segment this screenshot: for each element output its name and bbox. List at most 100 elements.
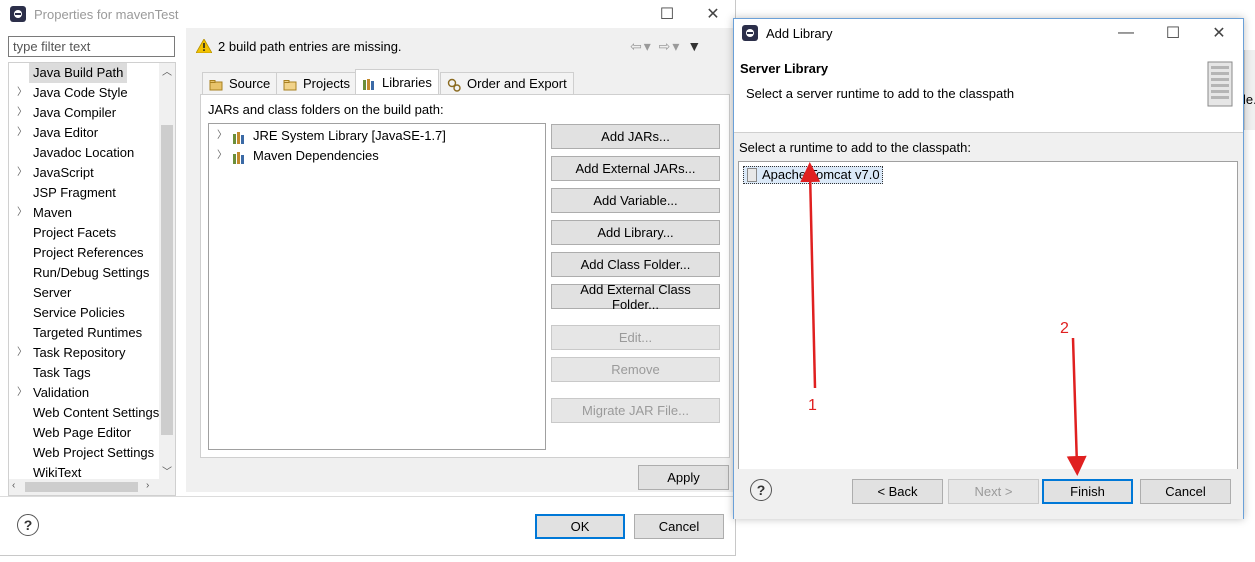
chevron-right-icon[interactable]: 〉: [17, 163, 27, 183]
view-menu-icon[interactable]: ▼: [687, 38, 703, 54]
dialog-help-icon[interactable]: ?: [750, 479, 772, 501]
library-icon: [233, 130, 247, 144]
dialog-title: Add Library: [766, 25, 833, 41]
tree-horizontal-scrollbar[interactable]: ‹ ›: [9, 479, 175, 495]
edit-button[interactable]: Edit...: [551, 325, 720, 350]
runtime-item-apache-tomcat[interactable]: Apache Tomcat v7.0: [743, 166, 883, 184]
dialog-subtitle: Select a server runtime to add to the cl…: [746, 86, 1015, 101]
library-label: JRE System Library [JavaSE-1.7]: [253, 128, 446, 143]
chevron-right-icon[interactable]: 〉: [17, 203, 27, 223]
tree-item-javascript[interactable]: 〉 JavaScript: [9, 163, 159, 183]
back-button[interactable]: < Back: [852, 479, 943, 504]
maximize-icon[interactable]: ☐: [644, 0, 690, 28]
close-icon[interactable]: ✕: [690, 0, 736, 28]
properties-cancel-button[interactable]: Cancel: [634, 514, 724, 539]
eclipse-app-icon: [742, 25, 758, 41]
apply-button[interactable]: Apply: [638, 465, 729, 490]
add-class-folder-button[interactable]: Add Class Folder...: [551, 252, 720, 277]
tree-item-java-code-style[interactable]: 〉 Java Code Style: [9, 83, 159, 103]
close-icon[interactable]: ✕: [1196, 19, 1242, 47]
tab-libraries[interactable]: Libraries: [355, 69, 439, 95]
tab-label: Order and Export: [467, 75, 567, 91]
chevron-right-icon[interactable]: 〉: [17, 123, 27, 143]
tab-order-and-export[interactable]: Order and Export: [440, 72, 574, 94]
tree-item-service-policies[interactable]: Service Policies: [9, 303, 159, 323]
jars-label: JARs and class folders on the build path…: [208, 102, 444, 117]
tab-source[interactable]: Source: [202, 72, 278, 94]
tree-item-java-build-path[interactable]: Java Build Path: [9, 63, 159, 83]
jar-icon: [747, 168, 757, 182]
chevron-right-icon[interactable]: 〉: [17, 343, 27, 363]
dialog-titlebar[interactable]: Add Library — ☐ ✕: [734, 19, 1243, 47]
chevron-right-icon[interactable]: 〉: [217, 126, 227, 146]
runtime-item-label: Apache Tomcat v7.0: [762, 167, 880, 182]
annotation-number-1: 1: [808, 397, 817, 414]
dialog-footer: ? < Back Next > Finish Cancel: [734, 469, 1243, 519]
chevron-right-icon[interactable]: 〉: [17, 83, 27, 103]
forward-arrow-icon[interactable]: ⇨▾: [659, 38, 682, 54]
tree-item-project-references[interactable]: Project References: [9, 243, 159, 263]
dialog-cancel-button[interactable]: Cancel: [1140, 479, 1231, 504]
properties-titlebar[interactable]: Properties for mavenTest ☐ ✕: [0, 0, 735, 28]
tree-item-run-debug-settings[interactable]: Run/Debug Settings: [9, 263, 159, 283]
annotation-number-2: 2: [1060, 320, 1069, 337]
tree-item-task-tags[interactable]: Task Tags: [9, 363, 159, 383]
maximize-icon[interactable]: ☐: [1150, 19, 1196, 47]
scrollbar-thumb[interactable]: [161, 125, 173, 435]
tree-item-web-page-editor[interactable]: Web Page Editor: [9, 423, 159, 443]
help-icon[interactable]: ?: [17, 514, 39, 536]
server-icon: [1207, 61, 1233, 107]
scroll-down-icon[interactable]: ﹀: [162, 463, 172, 478]
remove-button[interactable]: Remove: [551, 357, 720, 382]
tree-item-web-project-settings[interactable]: Web Project Settings: [9, 443, 159, 463]
scrollbar-thumb[interactable]: [25, 482, 138, 492]
add-library-dialog: Add Library — ☐ ✕ Server Library Select …: [733, 18, 1244, 519]
scroll-right-icon[interactable]: ›: [146, 480, 149, 491]
dialog-body: Select a runtime to add to the classpath…: [734, 133, 1243, 470]
add-library-button[interactable]: Add Library...: [551, 220, 720, 245]
minimize-icon[interactable]: —: [1103, 19, 1149, 47]
tree-item-javadoc-location[interactable]: Javadoc Location: [9, 143, 159, 163]
tree-item-server[interactable]: Server: [9, 283, 159, 303]
tree-item-maven[interactable]: 〉 Maven: [9, 203, 159, 223]
add-external-jars-button[interactable]: Add External JARs...: [551, 156, 720, 181]
properties-title: Properties for mavenTest: [34, 6, 179, 22]
tree-item-label: Service Policies: [33, 305, 125, 320]
tree-item-label: Server: [33, 285, 72, 300]
footer-divider: [0, 496, 736, 497]
tree-item-label: Task Repository: [33, 345, 126, 360]
tree-item-java-editor[interactable]: 〉 Java Editor: [9, 123, 159, 143]
tree-item-label: Web Project Settings: [33, 445, 155, 460]
tree-item-targeted-runtimes[interactable]: Targeted Runtimes: [9, 323, 159, 343]
tree-item-label: Validation: [33, 385, 90, 400]
background-window-edge: le.: [1243, 50, 1255, 130]
back-arrow-icon[interactable]: ⇦▾: [630, 38, 653, 54]
tree-item-label: Java Code Style: [33, 85, 128, 100]
tree-item-jsp-fragment[interactable]: JSP Fragment: [9, 183, 159, 203]
warning-message: 2 build path entries are missing.: [196, 36, 402, 56]
tree-item-label: Project References: [33, 245, 144, 260]
tree-item-label: Java Editor: [33, 125, 99, 140]
warning-icon: [196, 39, 212, 53]
tab-projects[interactable]: Projects: [276, 72, 357, 94]
tree-item-web-content-settings[interactable]: Web Content Settings: [9, 403, 159, 423]
filter-input[interactable]: [8, 36, 175, 57]
finish-button[interactable]: Finish: [1042, 479, 1133, 504]
add-jars-button[interactable]: Add JARs...: [551, 124, 720, 149]
chevron-right-icon[interactable]: 〉: [217, 146, 227, 166]
tree-vertical-scrollbar[interactable]: ︿ ﹀: [159, 63, 175, 479]
next-button[interactable]: Next >: [948, 479, 1039, 504]
chevron-right-icon[interactable]: 〉: [17, 383, 27, 403]
scroll-up-icon[interactable]: ︿: [162, 63, 172, 78]
tree-item-project-facets[interactable]: Project Facets: [9, 223, 159, 243]
chevron-right-icon[interactable]: 〉: [17, 103, 27, 123]
tree-item-task-repository[interactable]: 〉 Task Repository: [9, 343, 159, 363]
add-external-class-folder-button[interactable]: Add External Class Folder...: [551, 282, 720, 312]
ok-button[interactable]: OK: [535, 514, 625, 539]
tree-item-validation[interactable]: 〉 Validation: [9, 383, 159, 403]
build-path-tree: 〉 JRE System Library [JavaSE-1.7] 〉 Mave…: [208, 123, 546, 450]
scroll-left-icon[interactable]: ‹: [12, 480, 15, 491]
tree-item-java-compiler[interactable]: 〉 Java Compiler: [9, 103, 159, 123]
add-variable-button[interactable]: Add Variable...: [551, 188, 720, 213]
migrate-jar-button[interactable]: Migrate JAR File...: [551, 398, 720, 423]
